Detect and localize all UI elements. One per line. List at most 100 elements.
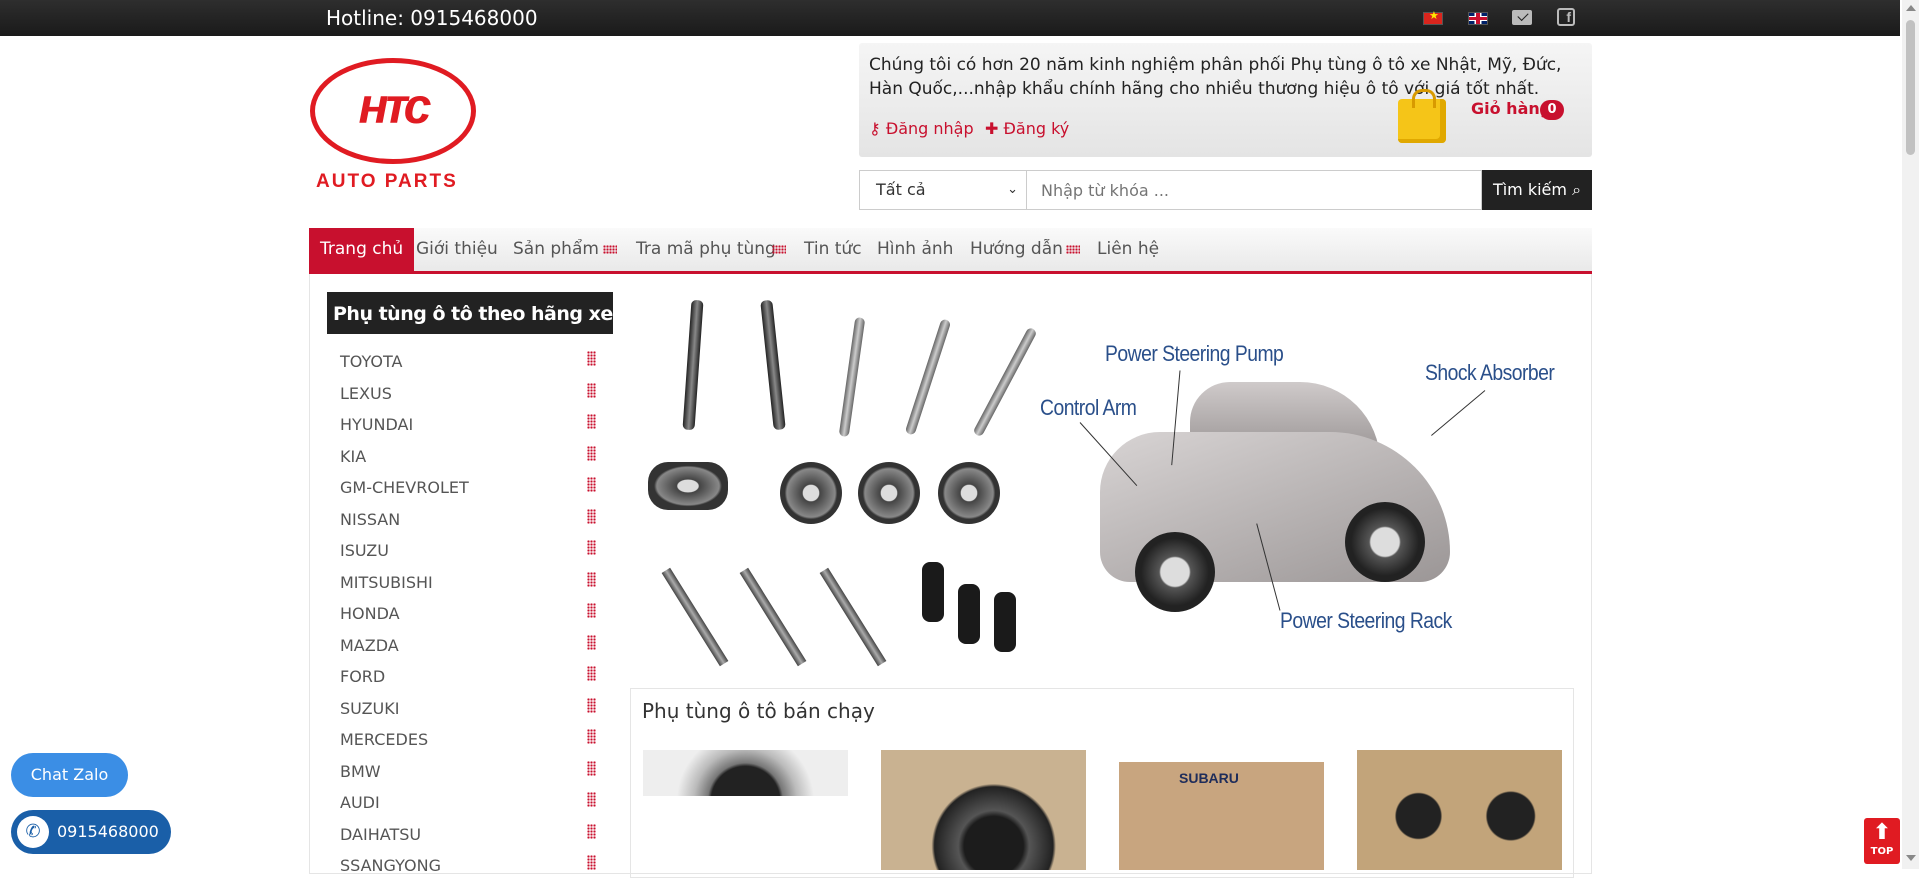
back-to-top-label: TOP	[1870, 846, 1894, 857]
sidebar-item-brand[interactable]: TOYOTA	[327, 344, 613, 376]
search-button-label: Tìm kiếm	[1492, 180, 1567, 199]
flag-vietnam-icon[interactable]	[1423, 9, 1443, 25]
callout-label: Shock Absorber	[1425, 360, 1555, 385]
brand-label: LEXUS	[340, 383, 392, 403]
brand-label: HONDA	[340, 604, 400, 623]
site-logo[interactable]: ʜᴛᴄ AUTO PARTS	[308, 58, 478, 193]
brand-label: FORD	[340, 667, 386, 686]
brand-label: BMW	[340, 761, 381, 781]
product-image[interactable]	[1119, 750, 1324, 870]
category-select-value: Tất cả	[876, 180, 926, 199]
dropdown-dots-icon	[603, 245, 617, 254]
scroll-thumb[interactable]	[1906, 20, 1915, 155]
category-select[interactable]: Tất cả ⌄	[859, 170, 1027, 210]
submenu-dots-icon	[587, 697, 596, 713]
submenu-dots-icon	[587, 414, 596, 429]
top-bar: Hotline: 0915468000 f	[0, 0, 1900, 36]
callout-label: Control Arm	[1040, 395, 1137, 420]
nav-item-news[interactable]: Tin tức	[804, 228, 862, 271]
login-label: Đăng nhập	[885, 119, 974, 138]
flag-uk-icon[interactable]	[1468, 12, 1488, 25]
chat-zalo-button[interactable]: Chat Zalo	[11, 753, 128, 797]
brand-list: TOYOTA LEXUS HYUNDAI KIA GM-CHEVROLET NISSAN I…	[327, 344, 613, 880]
dropdown-dots-icon	[1066, 245, 1080, 254]
facebook-icon[interactable]: f	[1557, 8, 1575, 26]
brand-label: AUDI	[340, 793, 380, 812]
brand-label: MAZDA	[340, 635, 399, 655]
nav-item-products[interactable]: Sản phẩm	[513, 228, 599, 271]
submenu-dots-icon	[587, 666, 596, 681]
product-image[interactable]	[881, 750, 1086, 870]
logo-text: AUTO PARTS	[316, 171, 458, 192]
mail-icon[interactable]	[1512, 10, 1532, 25]
sidebar-item-brand[interactable]: FORD	[327, 659, 613, 691]
call-button[interactable]: ✆ 0915468000	[11, 810, 171, 854]
steering-pump-image	[938, 462, 1000, 524]
hero-banner[interactable]: Power Steering Pump Shock Absorber Contr…	[640, 292, 1555, 672]
rubber-boot-image	[922, 562, 944, 622]
brand-label: DAIHATSU	[340, 824, 422, 844]
callout-label: Power Steering Pump	[1105, 341, 1284, 366]
scroll-up-icon[interactable]	[1906, 5, 1916, 11]
brand-label: NISSAN	[340, 509, 401, 529]
brand-label: ISUZU	[340, 541, 389, 560]
logo-mark: ʜᴛᴄ	[358, 78, 432, 134]
steering-rack-image	[661, 567, 729, 667]
rubber-boot-image	[958, 584, 980, 644]
nav-item-gallery[interactable]: Hình ảnh	[877, 228, 953, 271]
nav-item-contact[interactable]: Liên hệ	[1097, 228, 1159, 271]
scroll-down-icon[interactable]	[1906, 855, 1916, 861]
sidebar-item-brand[interactable]: NISSAN	[327, 502, 613, 534]
back-to-top-button[interactable]: ⬆ TOP	[1864, 818, 1900, 864]
sidebar-item-brand[interactable]: BMW	[327, 754, 613, 786]
header-info-box: Chúng tôi có hơn 20 năm kinh nghiệm phân…	[859, 43, 1592, 157]
sidebar-item-brand[interactable]: GM-CHEVROLET	[327, 470, 613, 502]
product-image[interactable]	[643, 750, 848, 796]
steering-rack-image	[739, 567, 807, 667]
plus-icon: ✚	[985, 119, 999, 138]
nav-item-part-lookup[interactable]: Tra mã phụ tùng	[636, 228, 776, 271]
car-cutaway-image	[1080, 362, 1460, 632]
product-image[interactable]	[1357, 750, 1562, 870]
brand-label: HYUNDAI	[340, 415, 414, 434]
submenu-dots-icon	[587, 729, 596, 744]
sidebar-item-brand[interactable]: KIA	[327, 439, 613, 471]
car-wheel	[1345, 502, 1425, 582]
phone-icon: ✆	[17, 816, 49, 848]
search-input[interactable]	[1027, 170, 1482, 210]
search-button[interactable]: Tìm kiếm ⌕	[1482, 170, 1592, 210]
steering-rack-image	[819, 567, 887, 667]
callout-label: Power Steering Rack	[1280, 608, 1452, 633]
shopping-bag-icon[interactable]	[1398, 89, 1446, 143]
sidebar-item-brand[interactable]: DAIHATSU	[327, 817, 613, 849]
shock-absorber-image	[760, 299, 786, 431]
nav-item-about[interactable]: Giới thiệu	[416, 228, 498, 271]
register-link[interactable]: ✚ Đăng ký	[985, 119, 1069, 138]
control-arm-image	[838, 316, 866, 438]
arrow-up-icon: ⬆	[1872, 820, 1892, 845]
sidebar-item-brand[interactable]: MERCEDES	[327, 722, 613, 754]
brand-label: MERCEDES	[340, 730, 429, 749]
submenu-dots-icon	[587, 571, 596, 587]
nav-item-guide[interactable]: Hướng dẫn	[970, 228, 1063, 271]
submenu-dots-icon	[587, 792, 596, 807]
sidebar-item-brand[interactable]: MITSUBISHI	[327, 565, 613, 597]
sidebar-item-brand[interactable]: HONDA	[327, 596, 613, 628]
submenu-dots-icon	[587, 382, 596, 398]
register-label: Đăng ký	[1003, 119, 1070, 138]
call-number: 0915468000	[57, 822, 159, 841]
sidebar-item-brand[interactable]: SUZUKI	[327, 691, 613, 723]
brand-label: TOYOTA	[340, 352, 403, 371]
nav-item-home[interactable]: Trang chủ	[309, 228, 415, 271]
hotline-text: Hotline: 0915468000	[326, 6, 538, 30]
key-icon: ⚷	[869, 119, 881, 138]
sidebar-item-brand[interactable]: MAZDA	[327, 628, 613, 660]
sidebar-item-brand[interactable]: LEXUS	[327, 376, 613, 408]
sidebar-item-brand[interactable]: AUDI	[327, 785, 613, 817]
sidebar-item-brand[interactable]: ISUZU	[327, 533, 613, 565]
page-scrollbar[interactable]	[1902, 0, 1919, 869]
sidebar-item-brand[interactable]: HYUNDAI	[327, 407, 613, 439]
sidebar-item-brand[interactable]: SSANGYONG	[327, 848, 613, 880]
login-link[interactable]: ⚷ Đăng nhập	[869, 119, 974, 138]
cart-count-badge: 0	[1540, 100, 1564, 120]
